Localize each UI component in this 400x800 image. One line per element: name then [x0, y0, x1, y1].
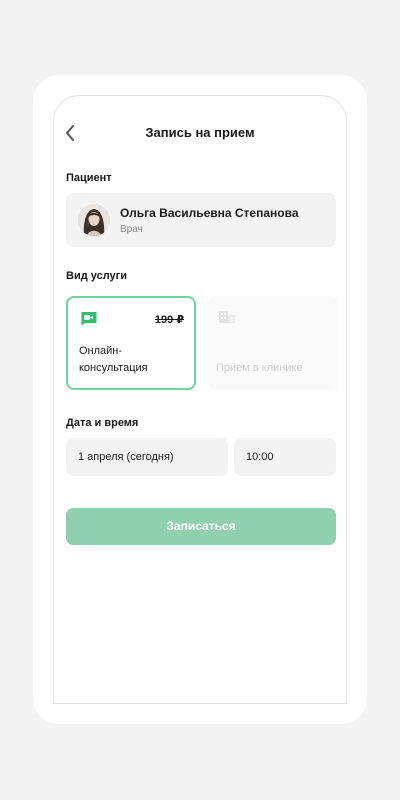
patient-role: Врач [120, 224, 143, 235]
video-chat-icon [81, 312, 97, 326]
service-label: Онлайн-консультация [79, 345, 148, 374]
page-title: Запись на прием [145, 125, 255, 140]
service-section-label: Вид услуги [66, 270, 128, 282]
patient-name: Ольга Васильевна Степанова [120, 206, 299, 220]
patient-card[interactable]: Ольга Васильевна Степанова Врач [66, 193, 336, 247]
service-label: Прием в клинике [216, 362, 303, 374]
submit-button[interactable]: Записаться [66, 508, 336, 545]
datetime-section-label: Дата и время [66, 417, 139, 429]
booking-screen: Запись на прием Пациент Ольга Васильевна… [53, 95, 347, 704]
device-frame: Запись на прием Пациент Ольга Васильевна… [33, 75, 367, 724]
clinic-building-icon [219, 311, 235, 323]
patient-section-label: Пациент [66, 172, 112, 184]
time-field[interactable]: 10:00 [234, 438, 336, 476]
service-option-clinic[interactable]: Прием в клинике [208, 296, 338, 390]
date-field[interactable]: 1 апреля (сегодня) [66, 438, 228, 476]
service-price: 199 ₽ [154, 314, 184, 326]
avatar [78, 204, 110, 236]
service-option-online[interactable]: 199 ₽ Онлайн-консультация [66, 296, 196, 390]
